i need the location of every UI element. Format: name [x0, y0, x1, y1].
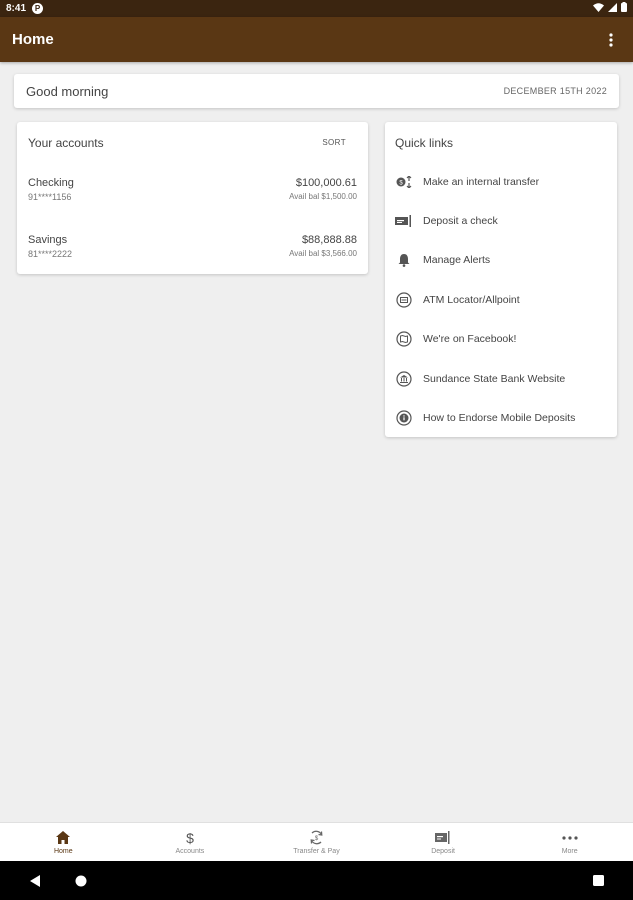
account-row-checking[interactable]: Checking 91****1156 $100,000.61 Avail ba…	[28, 177, 357, 207]
quick-link-endorse-deposits[interactable]: How to Endorse Mobile Deposits	[385, 403, 617, 433]
atm-icon	[395, 291, 413, 309]
quick-link-internal-transfer[interactable]: $ Make an internal transfer	[385, 167, 617, 197]
svg-text:$: $	[315, 836, 319, 842]
map-icon	[395, 330, 413, 348]
page-title: Home	[12, 31, 54, 48]
app-bar: Home	[0, 17, 633, 62]
accounts-card: Your accounts SORT Checking 91****1156 $…	[17, 122, 368, 274]
nav-more[interactable]: More	[506, 823, 633, 861]
bottom-navigation: Home $ Accounts $ Transfer & Pay Deposit…	[0, 822, 633, 861]
quick-link-label: How to Endorse Mobile Deposits	[423, 412, 576, 424]
wifi-icon	[593, 2, 604, 15]
nav-label: Accounts	[175, 847, 205, 855]
account-available-balance: Avail bal $3,566.00	[289, 249, 357, 258]
back-icon[interactable]	[28, 874, 42, 888]
nav-home[interactable]: Home	[0, 823, 127, 861]
greeting-card: Good morning DECEMBER 15TH 2022	[14, 74, 619, 108]
account-number: 81****2222	[28, 249, 73, 259]
signal-icon	[608, 2, 617, 15]
transfer-icon: $	[395, 173, 413, 191]
account-available-balance: Avail bal $1,500.00	[289, 192, 357, 201]
bank-icon	[395, 370, 413, 388]
nav-label: More	[561, 847, 578, 855]
home-icon	[55, 830, 71, 846]
quick-link-facebook[interactable]: We're on Facebook!	[385, 324, 617, 354]
bell-icon	[395, 251, 413, 269]
quick-link-label: Manage Alerts	[423, 254, 491, 266]
quick-link-label: Make an internal transfer	[423, 176, 540, 188]
dollar-icon: $	[182, 830, 198, 846]
quick-link-manage-alerts[interactable]: Manage Alerts	[385, 245, 617, 275]
info-icon	[395, 409, 413, 427]
quick-link-label: Deposit a check	[423, 215, 498, 227]
nav-transfer-pay[interactable]: $ Transfer & Pay	[253, 823, 380, 861]
quick-link-label: We're on Facebook!	[423, 333, 517, 345]
deposit-icon	[435, 830, 451, 846]
quick-links-card: Quick links $ Make an internal transfer …	[385, 122, 617, 437]
nav-label: Home	[53, 847, 73, 855]
quick-link-label: ATM Locator/Allpoint	[423, 294, 520, 306]
home-circle-icon[interactable]	[74, 874, 88, 888]
svg-text:$: $	[186, 830, 194, 845]
quick-link-deposit-check[interactable]: Deposit a check	[385, 206, 617, 236]
quick-links-title: Quick links	[395, 136, 454, 150]
account-name: Checking	[28, 177, 74, 189]
sort-button[interactable]: SORT	[322, 138, 346, 147]
account-row-savings[interactable]: Savings 81****2222 $88,888.88 Avail bal …	[28, 234, 357, 264]
notification-p-icon: P	[32, 3, 44, 14]
check-deposit-icon	[395, 212, 413, 230]
quick-link-bank-website[interactable]: Sundance State Bank Website	[385, 364, 617, 394]
greeting-date: DECEMBER 15TH 2022	[503, 86, 607, 96]
account-number: 91****1156	[28, 192, 72, 202]
nav-label: Transfer & Pay	[293, 847, 340, 855]
overflow-menu-icon[interactable]	[601, 25, 621, 55]
nav-deposit[interactable]: Deposit	[380, 823, 507, 861]
nav-label: Deposit	[431, 847, 455, 855]
system-navigation-bar	[0, 861, 633, 900]
transfer-pay-icon: $	[308, 830, 324, 846]
quick-link-label: Sundance State Bank Website	[423, 373, 566, 385]
nav-accounts[interactable]: $ Accounts	[127, 823, 254, 861]
accounts-title: Your accounts	[28, 136, 104, 150]
status-time: 8:41	[6, 3, 27, 14]
account-balance: $88,888.88	[301, 234, 357, 246]
greeting-text: Good morning	[26, 83, 109, 99]
account-balance: $100,000.61	[295, 177, 357, 189]
quick-link-atm-locator[interactable]: ATM Locator/Allpoint	[385, 285, 617, 315]
battery-icon	[621, 2, 627, 15]
status-bar: 8:41 P	[0, 0, 633, 17]
account-name: Savings	[28, 234, 68, 246]
recents-icon[interactable]	[591, 874, 605, 888]
more-icon	[562, 830, 578, 846]
